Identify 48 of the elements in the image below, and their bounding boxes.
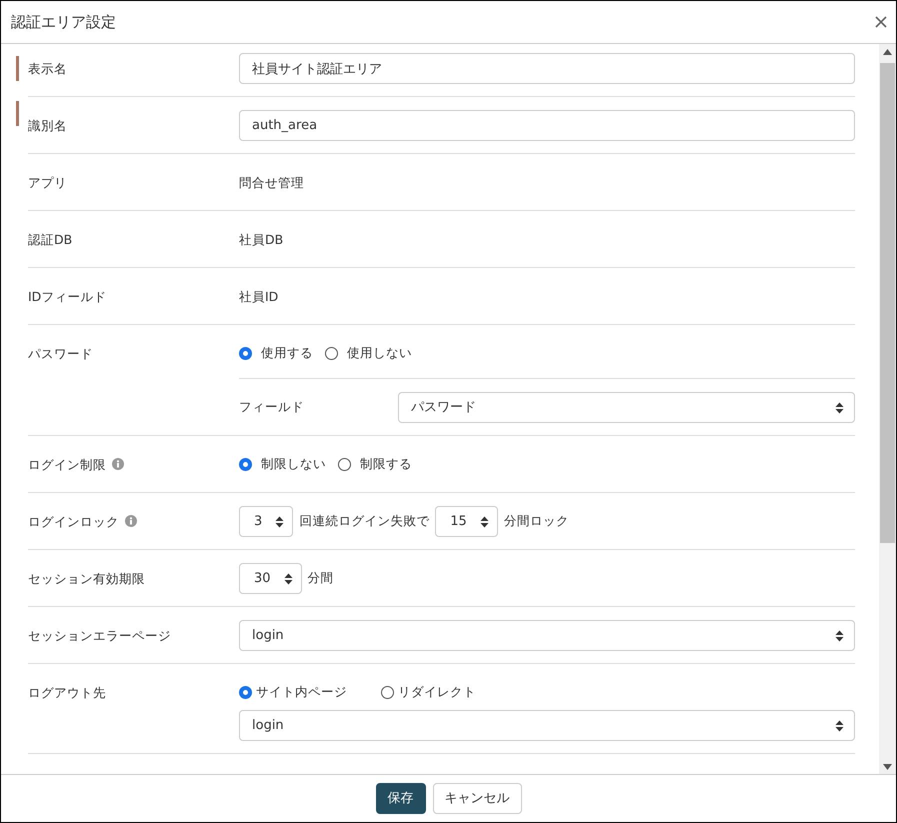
close-icon[interactable]: [874, 15, 888, 29]
radio-option[interactable]: 使用しない: [325, 344, 412, 363]
inline-text: 分間: [308, 569, 334, 588]
field-label: ログアウト先: [28, 684, 106, 702]
radio-option[interactable]: 使用する: [239, 344, 313, 363]
text-input[interactable]: auth_area: [239, 110, 855, 141]
select-field[interactable]: login: [239, 620, 855, 651]
scroll-down-icon[interactable]: [883, 764, 892, 770]
sort-icon: [480, 516, 489, 528]
field-label: 識別名: [28, 117, 67, 135]
field-label: 表示名: [28, 60, 67, 78]
radio-option[interactable]: サイト内ページ: [239, 683, 369, 702]
cancel-button[interactable]: キャンセル: [432, 783, 522, 814]
scroll-up-icon[interactable]: [883, 49, 892, 55]
field-value: 社員ID: [239, 289, 278, 304]
radio-option[interactable]: 制限しない: [239, 455, 326, 474]
field-label: ログインロック: [28, 513, 119, 531]
info-icon[interactable]: [125, 515, 137, 527]
radio-option[interactable]: 制限する: [338, 455, 412, 474]
field-label: セッション有効期限: [28, 570, 145, 588]
sort-icon: [835, 402, 844, 414]
field-label: パスワード: [28, 345, 93, 363]
radio-option[interactable]: リダイレクト: [381, 683, 511, 702]
field-label: セッションエラーページ: [28, 627, 171, 645]
field-label: 認証DB: [28, 231, 72, 249]
sort-icon: [835, 720, 844, 732]
scrollbar-track[interactable]: [879, 44, 896, 774]
field-value: 社員DB: [239, 232, 284, 247]
field-label: フィールド: [239, 398, 305, 416]
sort-icon: [284, 572, 293, 584]
field-value: 問合せ管理: [239, 175, 304, 190]
dialog-title: 認証エリア設定: [11, 12, 116, 33]
field-label: アプリ: [28, 174, 67, 192]
select-field[interactable]: login: [239, 710, 855, 741]
scrollbar-thumb[interactable]: [880, 63, 895, 543]
inline-text: 回連続ログイン失敗で: [299, 512, 430, 530]
text-input[interactable]: 社員サイト認証エリア: [239, 53, 855, 84]
sort-icon: [275, 516, 284, 528]
sort-icon: [835, 630, 844, 642]
field-label: ログイン制限: [28, 456, 106, 474]
field-label: IDフィールド: [28, 288, 106, 306]
select-field[interactable]: 3: [239, 506, 294, 537]
inline-text: 分間ロック: [504, 512, 569, 530]
info-icon[interactable]: [112, 458, 124, 470]
select-field[interactable]: 30: [239, 563, 302, 594]
save-button[interactable]: 保存: [376, 783, 426, 814]
select-field[interactable]: パスワード: [398, 392, 855, 423]
select-field[interactable]: 15: [435, 506, 498, 537]
